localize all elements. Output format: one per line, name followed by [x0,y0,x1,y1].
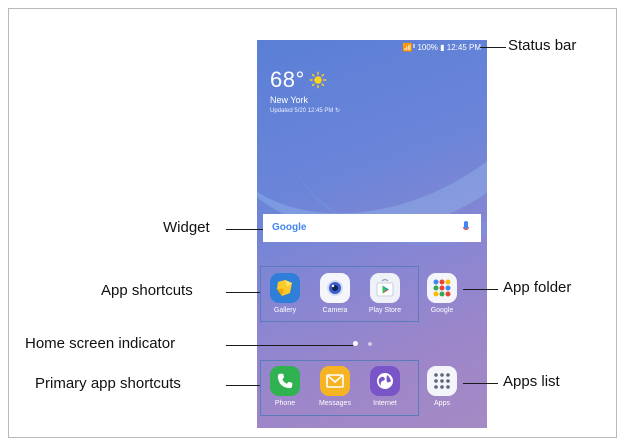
weather-city: New York [270,95,309,105]
weather-updated: Updated 5/20 12:45 PM ↻ [270,108,341,114]
home-screen-indicator[interactable] [353,341,372,346]
callout-home-indicator: Home screen indicator [25,335,176,352]
google-folder-icon [427,273,457,303]
weather-widget[interactable]: 68° [270,67,327,93]
temperature: 68° [270,67,305,92]
callout-line [480,47,506,48]
app-folder-google[interactable]: Google [421,273,463,314]
mic-icon[interactable] [463,221,469,235]
callout-app-folder: App folder [503,279,572,296]
callout-status-bar: Status bar [508,37,577,54]
callout-widget: Widget [163,219,210,236]
status-bar: 📶ᴵˡ 100% ▮ 12:45 PM [402,43,481,52]
callout-line [463,289,498,290]
page-dot[interactable] [368,341,372,346]
callout-line [226,229,263,230]
callout-apps-list: Apps list [503,373,560,390]
callout-primary-shortcuts: Primary app shortcuts [35,375,181,392]
sun-icon [309,71,327,89]
primary-shortcuts-highlight [260,360,419,416]
callout-line [463,383,498,384]
google-logo: Google [272,222,307,233]
apps-grid-icon [427,366,457,396]
callout-line [226,345,353,346]
app-shortcuts-highlight [260,266,419,322]
apps-list-button[interactable]: Apps [421,366,463,407]
callout-line [226,292,260,293]
page-dot-active[interactable] [353,341,358,346]
google-search-widget[interactable]: Google [263,214,481,242]
callout-line [226,385,260,386]
app-label: Google [430,307,454,314]
callout-app-shortcuts: App shortcuts [101,282,193,299]
app-label: Apps [434,400,450,407]
